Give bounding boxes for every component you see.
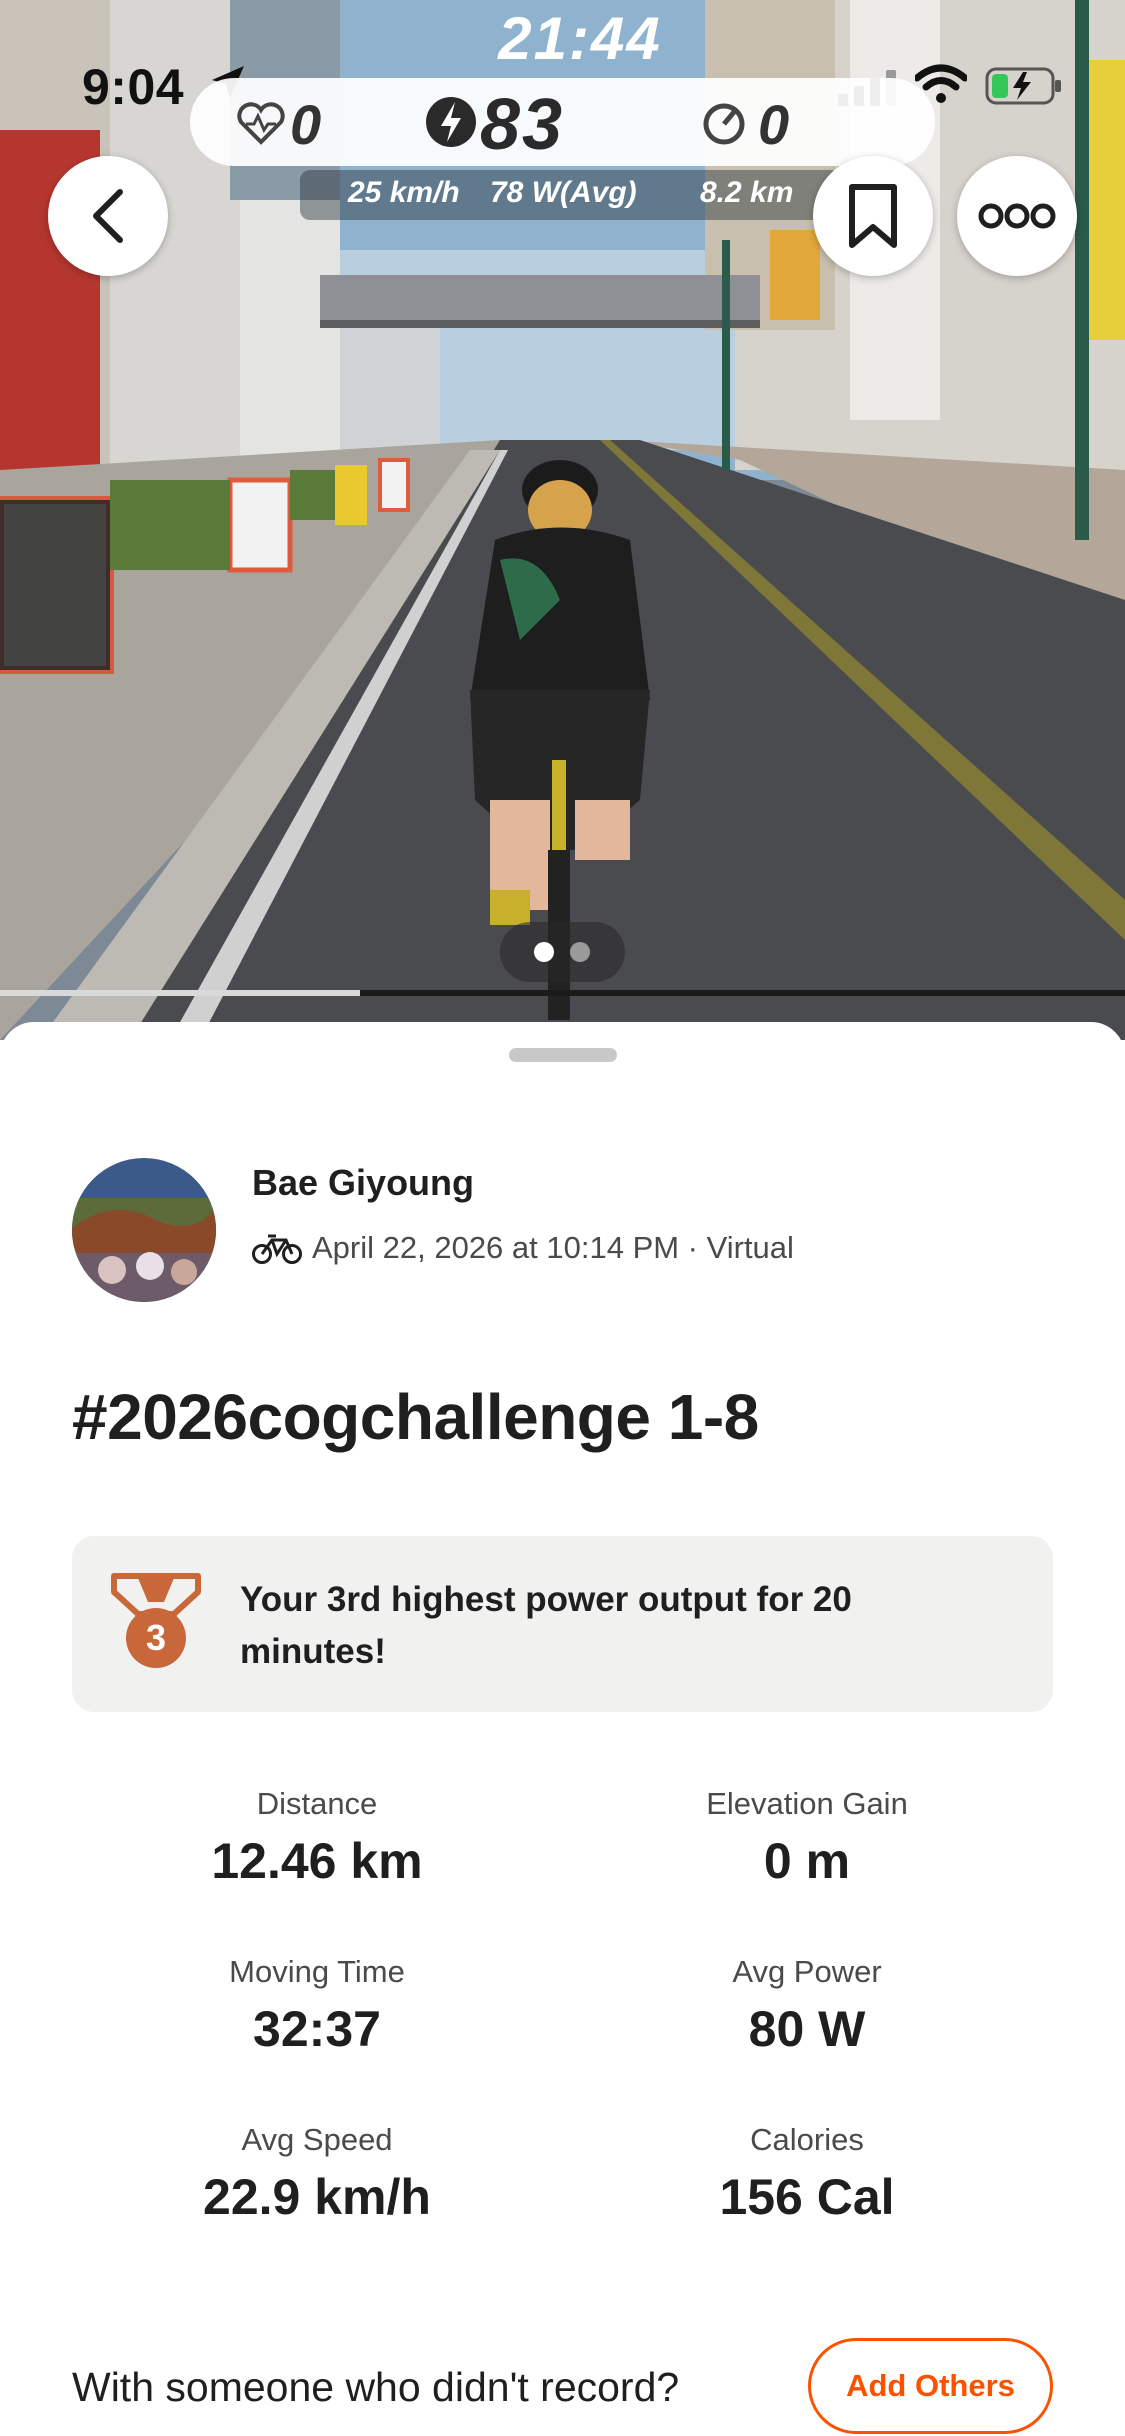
achievement-card[interactable]: 3 Your 3rd highest power output for 20 m…: [72, 1536, 1053, 1712]
activity-title: #2026cogchallenge 1-8: [72, 1381, 759, 1453]
activity-photo[interactable]: 9:04 21:44 0 83 0 25 km/h 78 W(Avg) 8.2 …: [0, 0, 1125, 1040]
game-cadence: 0: [758, 93, 790, 156]
media-page-indicator[interactable]: [500, 922, 625, 982]
stat-value: 32:37: [253, 2001, 381, 2057]
stat-avg-power: Avg Power 80 W: [597, 1954, 1017, 2058]
stat-moving-time: Moving Time 32:37: [107, 1954, 527, 2058]
page-dot[interactable]: [570, 942, 590, 962]
achievement-text: Your 3rd highest power output for 20 min…: [240, 1580, 852, 1671]
sheet-grabber[interactable]: [509, 1048, 617, 1062]
stat-value: 22.9 km/h: [203, 2169, 431, 2225]
bookmark-icon: [849, 184, 897, 248]
video-progress-fill: [0, 990, 360, 996]
game-elapsed-time: 21:44: [498, 5, 662, 72]
power-bolt-icon: [426, 97, 476, 147]
video-progress-bar[interactable]: [0, 990, 1125, 996]
stat-elevation-gain: Elevation Gain 0 m: [597, 1786, 1017, 1890]
stat-value: 156 Cal: [719, 2169, 895, 2225]
battery-charging-icon: [985, 67, 1061, 105]
game-speed: 25 km/h: [348, 176, 460, 209]
stat-calories: Calories 156 Cal: [597, 2122, 1017, 2226]
game-distance: 8.2 km: [700, 176, 794, 209]
athlete-name[interactable]: Bae Giyoung: [252, 1162, 474, 1204]
heart-rate-icon: [237, 102, 285, 145]
avatar[interactable]: [72, 1158, 216, 1302]
stat-label: Calories: [750, 2122, 864, 2157]
game-sub-stats: 25 km/h 78 W(Avg) 8.2 km: [300, 170, 840, 220]
more-options-button[interactable]: [957, 156, 1077, 276]
bike-icon: [252, 1234, 302, 1264]
add-others-row: With someone who didn't record? Add Othe…: [72, 2338, 1053, 2436]
stat-label: Distance: [256, 1786, 378, 1821]
activity-details-sheet: Bae Giyoung April 22, 2026 at 10:14 PM ·…: [0, 1022, 1125, 2436]
stat-distance: Distance 12.46 km: [107, 1786, 527, 1890]
stat-value: 0 m: [763, 1833, 851, 1889]
bookmark-button[interactable]: [813, 156, 933, 276]
page-dot-active[interactable]: [534, 942, 554, 962]
cadence-icon: [703, 103, 745, 145]
stat-value: 12.46 km: [211, 1833, 423, 1889]
stat-avg-speed: Avg Speed 22.9 km/h: [107, 2122, 527, 2226]
stat-label: Elevation Gain: [706, 1786, 908, 1821]
game-power: 83: [480, 85, 565, 165]
status-time: 9:04: [82, 59, 185, 115]
medal-icon: 3: [111, 1573, 201, 1668]
back-button[interactable]: [48, 156, 168, 276]
avatar-image: [72, 1158, 216, 1302]
activity-date: April 22, 2026 at 10:14 PM · Virtual: [312, 1230, 794, 1265]
stat-value: 80 W: [748, 2001, 866, 2057]
chevron-left-icon: [93, 189, 123, 243]
medal-rank: 3: [146, 1617, 166, 1658]
activity-meta: April 22, 2026 at 10:14 PM · Virtual: [252, 1226, 794, 1270]
record-prompt: With someone who didn't record?: [72, 2364, 680, 2410]
more-dots-icon: [978, 203, 1056, 229]
add-others-button[interactable]: Add Others: [808, 2338, 1053, 2434]
game-avg-power: 78 W(Avg): [490, 176, 637, 209]
stat-label: Moving Time: [229, 1954, 405, 1989]
game-heart-rate: 0: [290, 93, 322, 156]
stat-label: Avg Power: [732, 1954, 882, 1989]
stat-label: Avg Speed: [241, 2122, 393, 2157]
